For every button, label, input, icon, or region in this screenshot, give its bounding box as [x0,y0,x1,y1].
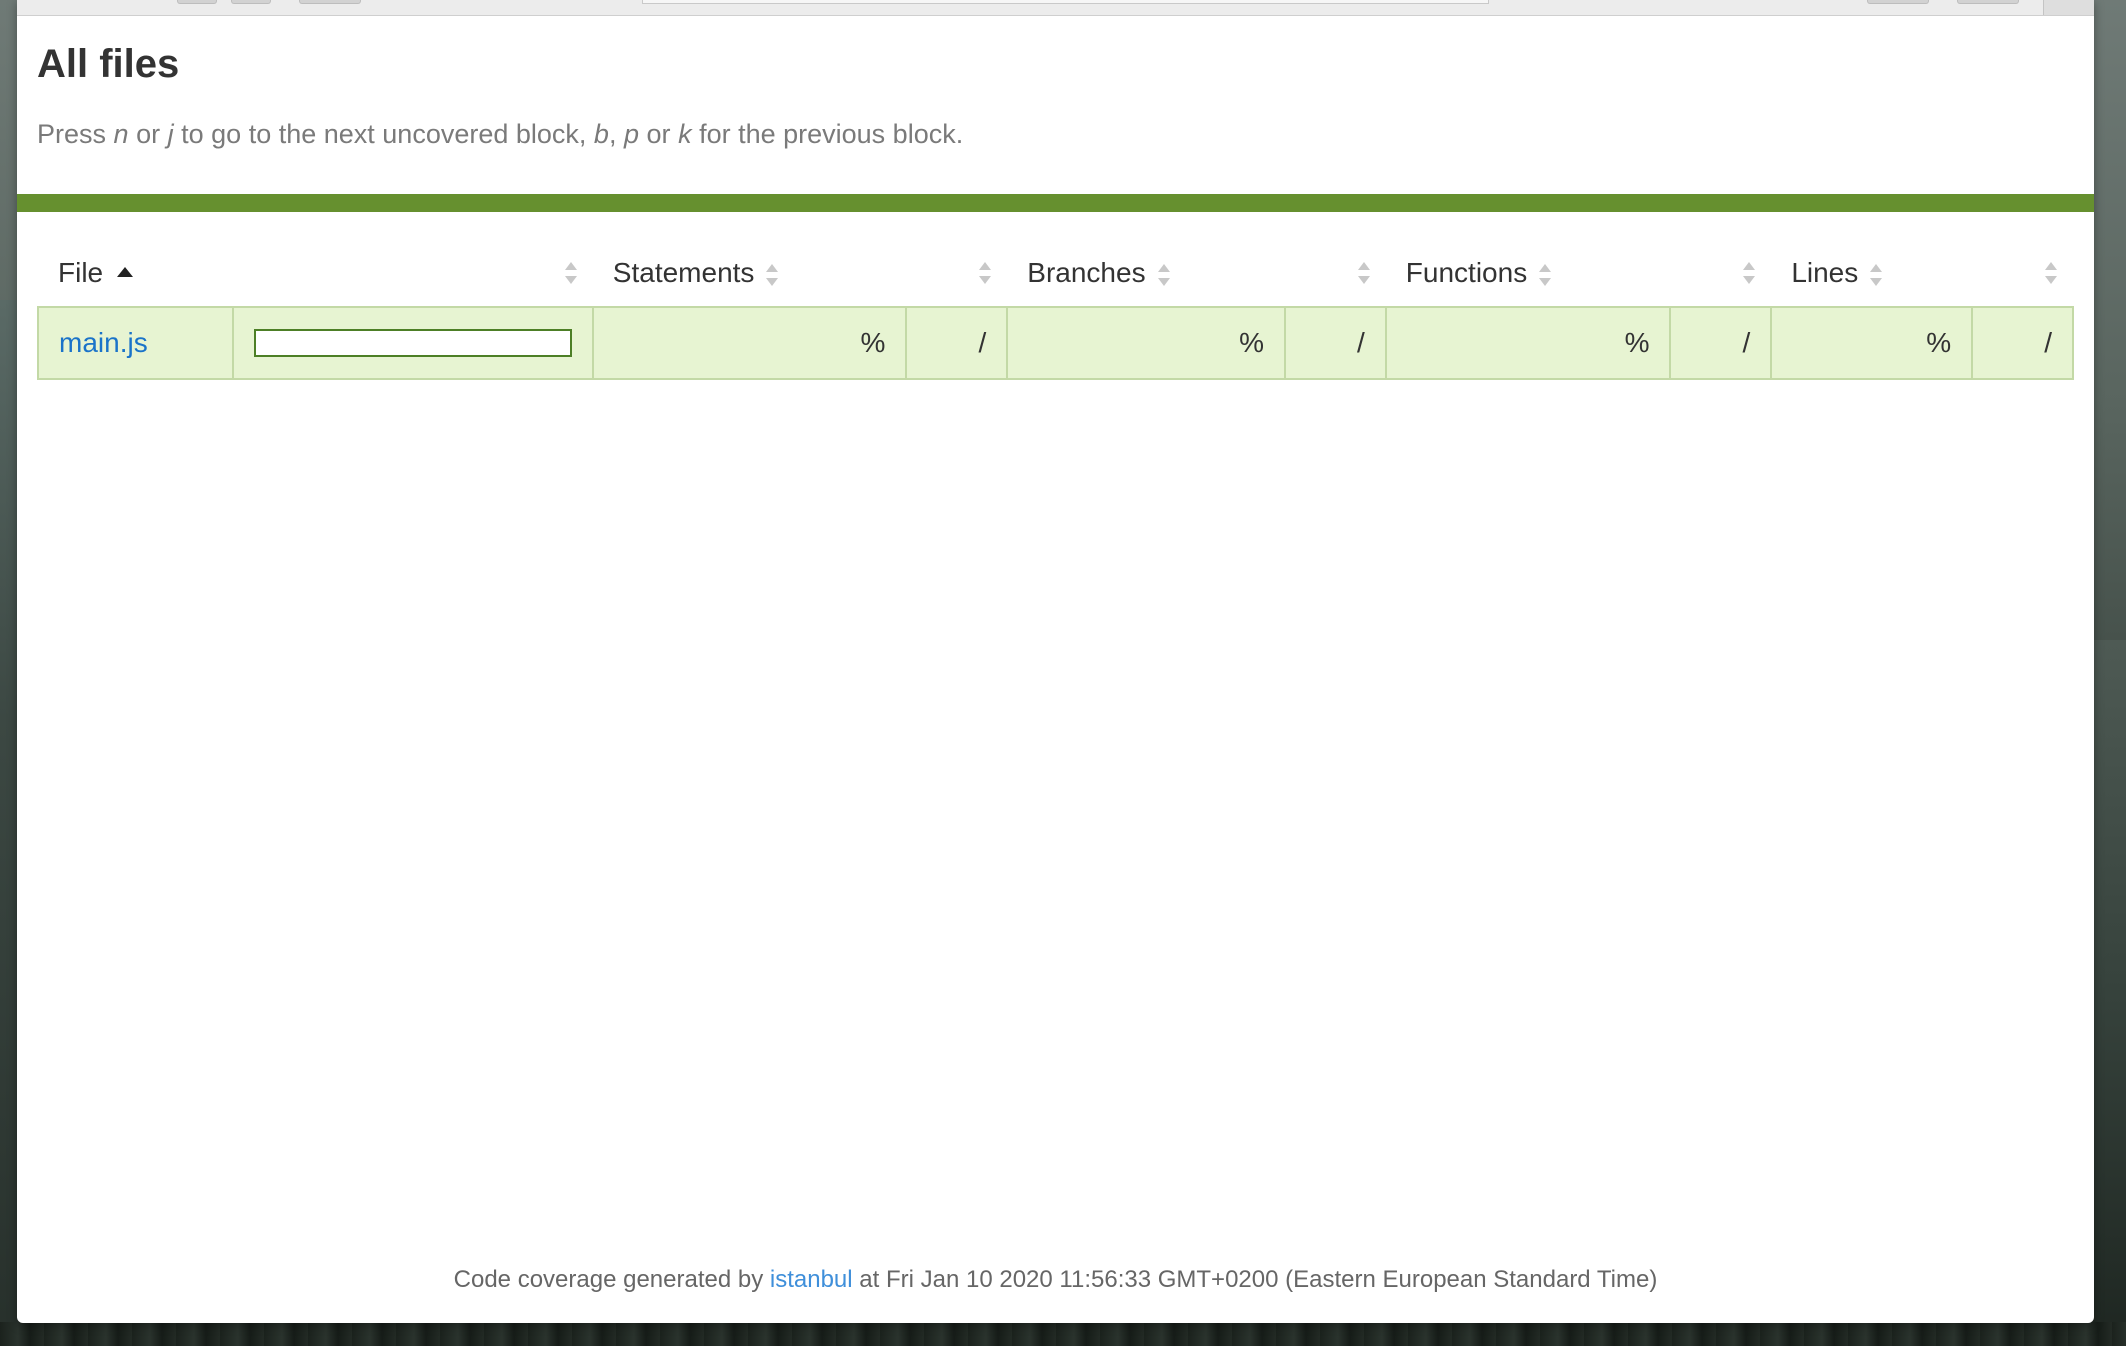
functions-abs: / [1669,306,1773,380]
header-lines[interactable]: Lines [1771,240,1972,307]
sort-icon [1870,263,1883,286]
coverage-status-bar [17,194,2094,212]
sort-icon [564,262,577,284]
header-section: All files Press n or j to go to the next… [17,0,2094,154]
footer: Code coverage generated by istanbul at F… [453,1266,1658,1293]
background-rock-right [2092,640,2126,1346]
new-tab-button[interactable] [2043,0,2094,15]
lines-abs: / [1971,306,2074,380]
header-file-chart[interactable] [233,240,593,307]
background-treeline [0,1322,2126,1346]
coverage-bar [253,329,572,357]
functions-pct: % [1384,306,1672,380]
file-cell: main.js [37,306,234,380]
key-hint-n: n [113,119,129,149]
table-header-row: File Statements Branches Functions Lines [38,240,2073,307]
browser-toolbar [17,0,2094,16]
back-button[interactable] [177,0,217,4]
sort-ascending-icon [117,266,134,277]
table-row: main.js % / % / % / % / [37,306,2074,380]
address-bar[interactable] [642,0,1489,4]
sort-icon [2045,262,2057,284]
sort-icon [979,262,992,284]
sort-icon [1357,262,1370,284]
sidebar-button[interactable] [299,0,361,4]
istanbul-link[interactable]: istanbul [770,1266,853,1293]
share-button[interactable] [1867,0,1929,4]
statements-pct: % [591,306,908,380]
branches-pct: % [1006,306,1286,380]
key-hint-k: k [678,119,692,149]
sort-icon [1157,263,1170,286]
file-link[interactable]: main.js [59,327,148,358]
keyboard-help-text: Press n or j to go to the next uncovered… [37,119,964,149]
header-branches[interactable]: Branches [1007,240,1285,307]
forward-button[interactable] [231,0,271,4]
page-title: All files [37,42,180,86]
header-statements[interactable]: Statements [593,240,907,307]
header-branches-abs[interactable] [1285,240,1386,307]
sort-icon [1743,262,1756,284]
statements-abs: / [905,306,1009,380]
coverage-table: File Statements Branches Functions Lines [37,240,2074,380]
tabs-button[interactable] [1957,0,2019,4]
header-statements-abs[interactable] [906,240,1007,307]
key-hint-p: p [623,119,640,149]
header-file[interactable]: File [38,240,233,307]
lines-pct: % [1770,306,1974,380]
key-hint-b: b [593,119,609,149]
header-functions[interactable]: Functions [1386,240,1671,307]
branches-abs: / [1283,306,1387,380]
header-functions-abs[interactable] [1670,240,1771,307]
sort-icon [1539,263,1552,286]
key-hint-j: j [167,119,174,149]
coverage-chart-cell [231,306,594,380]
sort-icon [766,263,779,286]
header-lines-abs[interactable] [1972,240,2073,307]
browser-window: All files Press n or j to go to the next… [17,0,2094,1323]
